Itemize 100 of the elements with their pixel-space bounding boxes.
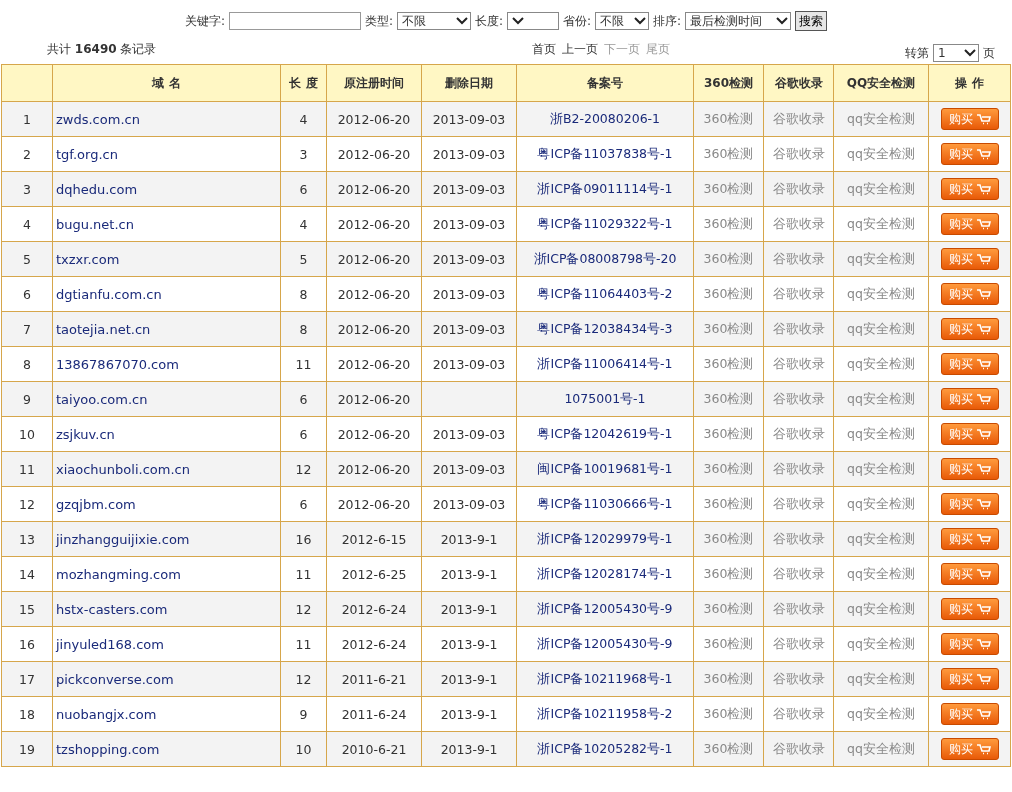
buy-button[interactable]: 购买 — [940, 563, 999, 585]
buy-button[interactable]: 购买 — [940, 248, 999, 270]
domain-link[interactable]: bugu.net.cn — [56, 216, 134, 232]
table-cell: 4 — [299, 216, 308, 232]
table-cell: 6 — [299, 181, 308, 197]
pager-link[interactable]: 首页 — [531, 40, 556, 58]
province-select[interactable]: 不限 — [595, 12, 650, 30]
domain-link[interactable]: txzxr.com — [56, 251, 120, 267]
buy-button[interactable]: 购买 — [940, 108, 999, 130]
buy-button[interactable]: 购买 — [940, 458, 999, 480]
pager-link[interactable]: 上一页 — [561, 40, 598, 58]
table-cell: 2011-6-24 — [341, 706, 407, 722]
row-number: 15 — [19, 601, 35, 617]
domain-link[interactable]: zsjkuv.cn — [56, 426, 115, 442]
page-select[interactable]: 1 — [933, 44, 979, 62]
buy-button[interactable]: 购买 — [940, 213, 999, 235]
row-number: 8 — [23, 356, 31, 372]
table-cell: 2012-06-20 — [337, 356, 411, 372]
type-select[interactable]: 不限 — [396, 12, 471, 30]
keyword-field[interactable] — [228, 12, 361, 30]
buy-button[interactable]: 购买 — [940, 143, 999, 165]
cart-icon — [976, 113, 991, 125]
domain-link[interactable]: zwds.com.cn — [56, 111, 140, 127]
buy-button[interactable]: 购买 — [940, 388, 999, 410]
column-header: 原注册时间 — [344, 75, 404, 90]
row-number: 18 — [19, 706, 35, 722]
cart-icon — [976, 603, 991, 615]
domain-link[interactable]: taotejia.net.cn — [56, 321, 151, 337]
table-cell: 3 — [299, 146, 308, 162]
buy-button[interactable]: 购买 — [940, 668, 999, 690]
row-number: 11 — [19, 461, 35, 477]
caret-icon — [964, 49, 976, 57]
length-select[interactable] — [507, 12, 559, 30]
table-cell: 12 — [295, 671, 312, 687]
cart-icon — [976, 358, 991, 370]
page-unit: 页 — [983, 44, 995, 62]
table-cell: 2012-06-20 — [337, 391, 411, 407]
caret-icon — [776, 17, 789, 25]
row-number: 17 — [19, 671, 35, 687]
row-number: 1 — [23, 111, 31, 127]
column-header: 长 度 — [289, 75, 318, 90]
table-cell: 16 — [295, 531, 312, 547]
table-cell: 2013-09-03 — [432, 321, 506, 337]
buy-button[interactable]: 购买 — [940, 598, 999, 620]
domain-link[interactable]: gzqjbm.com — [56, 496, 136, 512]
sort-select[interactable]: 最后检测时间 — [685, 12, 792, 30]
buy-button[interactable]: 购买 — [940, 703, 999, 725]
table-cell: 2012-06-20 — [337, 496, 411, 512]
table-cell: 2012-6-24 — [341, 601, 407, 617]
buy-button[interactable]: 购买 — [940, 493, 999, 515]
buy-button[interactable]: 购买 — [940, 178, 999, 200]
row-number: 19 — [19, 741, 35, 757]
column-header: 备案号 — [587, 75, 623, 90]
icp-number: 粤ICP备11037838号-1 — [537, 145, 673, 161]
table-cell: 8 — [299, 286, 308, 302]
icp-number: 浙ICP备10211958号-2 — [537, 705, 673, 721]
table-cell: 2012-06-20 — [337, 146, 411, 162]
domain-link[interactable]: dqhedu.com — [56, 181, 138, 197]
row-number: 10 — [19, 426, 35, 442]
domain-link[interactable]: nuobangjx.com — [56, 706, 157, 722]
buy-button[interactable]: 购买 — [940, 633, 999, 655]
column-header: QQ安全检测 — [846, 75, 916, 90]
row-number: 14 — [19, 566, 35, 582]
buy-button[interactable]: 购买 — [940, 738, 999, 760]
cart-icon — [976, 288, 991, 300]
icp-number: 浙B2-20080206-1 — [549, 110, 661, 126]
table-cell: 2013-09-03 — [432, 426, 506, 442]
icp-number: 粤ICP备11030666号-1 — [537, 495, 673, 511]
domain-link[interactable]: taiyoo.com.cn — [56, 391, 148, 407]
table-cell: 12 — [295, 601, 312, 617]
cart-icon — [976, 428, 991, 440]
table-cell: 2012-06-20 — [337, 111, 411, 127]
table-cell: 2012-06-20 — [337, 251, 411, 267]
cart-icon — [976, 218, 991, 230]
table-cell: 2013-09-03 — [432, 356, 506, 372]
table-cell: 2012-6-15 — [341, 531, 407, 547]
cart-icon — [976, 708, 991, 720]
table-cell: 11 — [295, 566, 312, 582]
jump-label: 转第 — [905, 44, 929, 62]
buy-button[interactable]: 购买 — [940, 283, 999, 305]
cart-icon — [976, 743, 991, 755]
buy-button[interactable]: 购买 — [940, 318, 999, 340]
table-cell: 5 — [299, 251, 308, 267]
row-number: 2 — [23, 146, 31, 162]
table-cell: 2013-9-1 — [440, 706, 498, 722]
row-number: 12 — [19, 496, 35, 512]
table-cell: 12 — [295, 461, 312, 477]
search-button[interactable]: 搜索 — [795, 11, 828, 31]
table-cell: 2013-09-03 — [432, 216, 506, 232]
icp-number: 1075001号-1 — [564, 390, 646, 406]
buy-button[interactable]: 购买 — [940, 423, 999, 445]
domain-link[interactable]: tgf.org.cn — [56, 146, 118, 162]
row-number: 6 — [23, 286, 31, 302]
table-cell: 2013-9-1 — [440, 741, 498, 757]
icp-number: 粤ICP备12038434号-3 — [537, 320, 673, 336]
buy-button[interactable]: 购买 — [940, 353, 999, 375]
cart-icon — [976, 498, 991, 510]
buy-button[interactable]: 购买 — [940, 528, 999, 550]
column-header: 谷歌收录 — [774, 75, 823, 90]
table-cell: 2012-06-20 — [337, 181, 411, 197]
